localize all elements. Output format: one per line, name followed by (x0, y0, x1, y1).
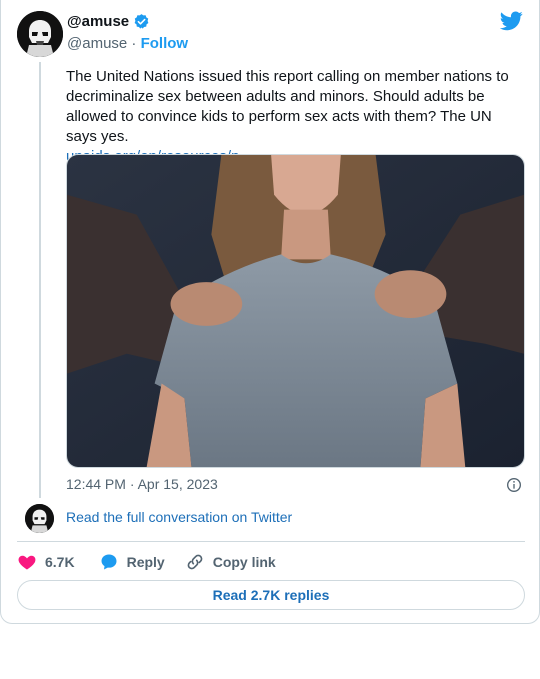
heart-icon (18, 555, 36, 570)
author-handle[interactable]: @amuse (67, 35, 127, 52)
twitter-bird-icon[interactable] (500, 11, 523, 31)
tweet-body: The United Nations issued this report ca… (66, 67, 526, 167)
stormtrooper-avatar-image-small (25, 504, 54, 533)
tweet-timestamp[interactable]: 12:44 PM · Apr 15, 2023 (66, 476, 218, 492)
read-full-conversation-link[interactable]: Read the full conversation on Twitter (66, 509, 292, 525)
copy-link-icon (187, 554, 203, 570)
reply-label: Reply (126, 554, 165, 570)
photo-illustration (67, 155, 524, 467)
author-handle-row: @amuse · Follow (67, 35, 188, 52)
tweet-actions-bar: 6.7K Reply Copy link (17, 551, 276, 573)
copy-link-button[interactable]: Copy link (185, 552, 276, 572)
thread-line (39, 62, 41, 498)
reply-button[interactable]: Reply (99, 552, 165, 572)
author-avatar[interactable] (17, 11, 63, 57)
verified-badge-icon (134, 14, 149, 29)
follow-button[interactable]: Follow (141, 35, 189, 52)
like-count: 6.7K (45, 554, 75, 570)
copy-link-label: Copy link (212, 554, 276, 570)
conversation-avatar[interactable] (25, 504, 54, 533)
handle-separator: · (131, 35, 137, 52)
info-icon[interactable] (506, 477, 522, 493)
actions-divider (17, 541, 525, 542)
author-display-name[interactable]: @amuse (67, 13, 129, 30)
read-replies-button[interactable]: Read 2.7K replies (17, 580, 525, 610)
stormtrooper-avatar-image (17, 11, 63, 57)
like-button[interactable]: 6.7K (17, 552, 75, 572)
author-name-row: @amuse (67, 13, 150, 30)
tweet-media-image[interactable] (66, 154, 525, 468)
tweet-embed-card: @amuse @amuse · Follow The United Nation… (0, 0, 540, 624)
tweet-text: The United Nations issued this report ca… (66, 68, 509, 145)
reply-bubble-icon (101, 554, 117, 570)
